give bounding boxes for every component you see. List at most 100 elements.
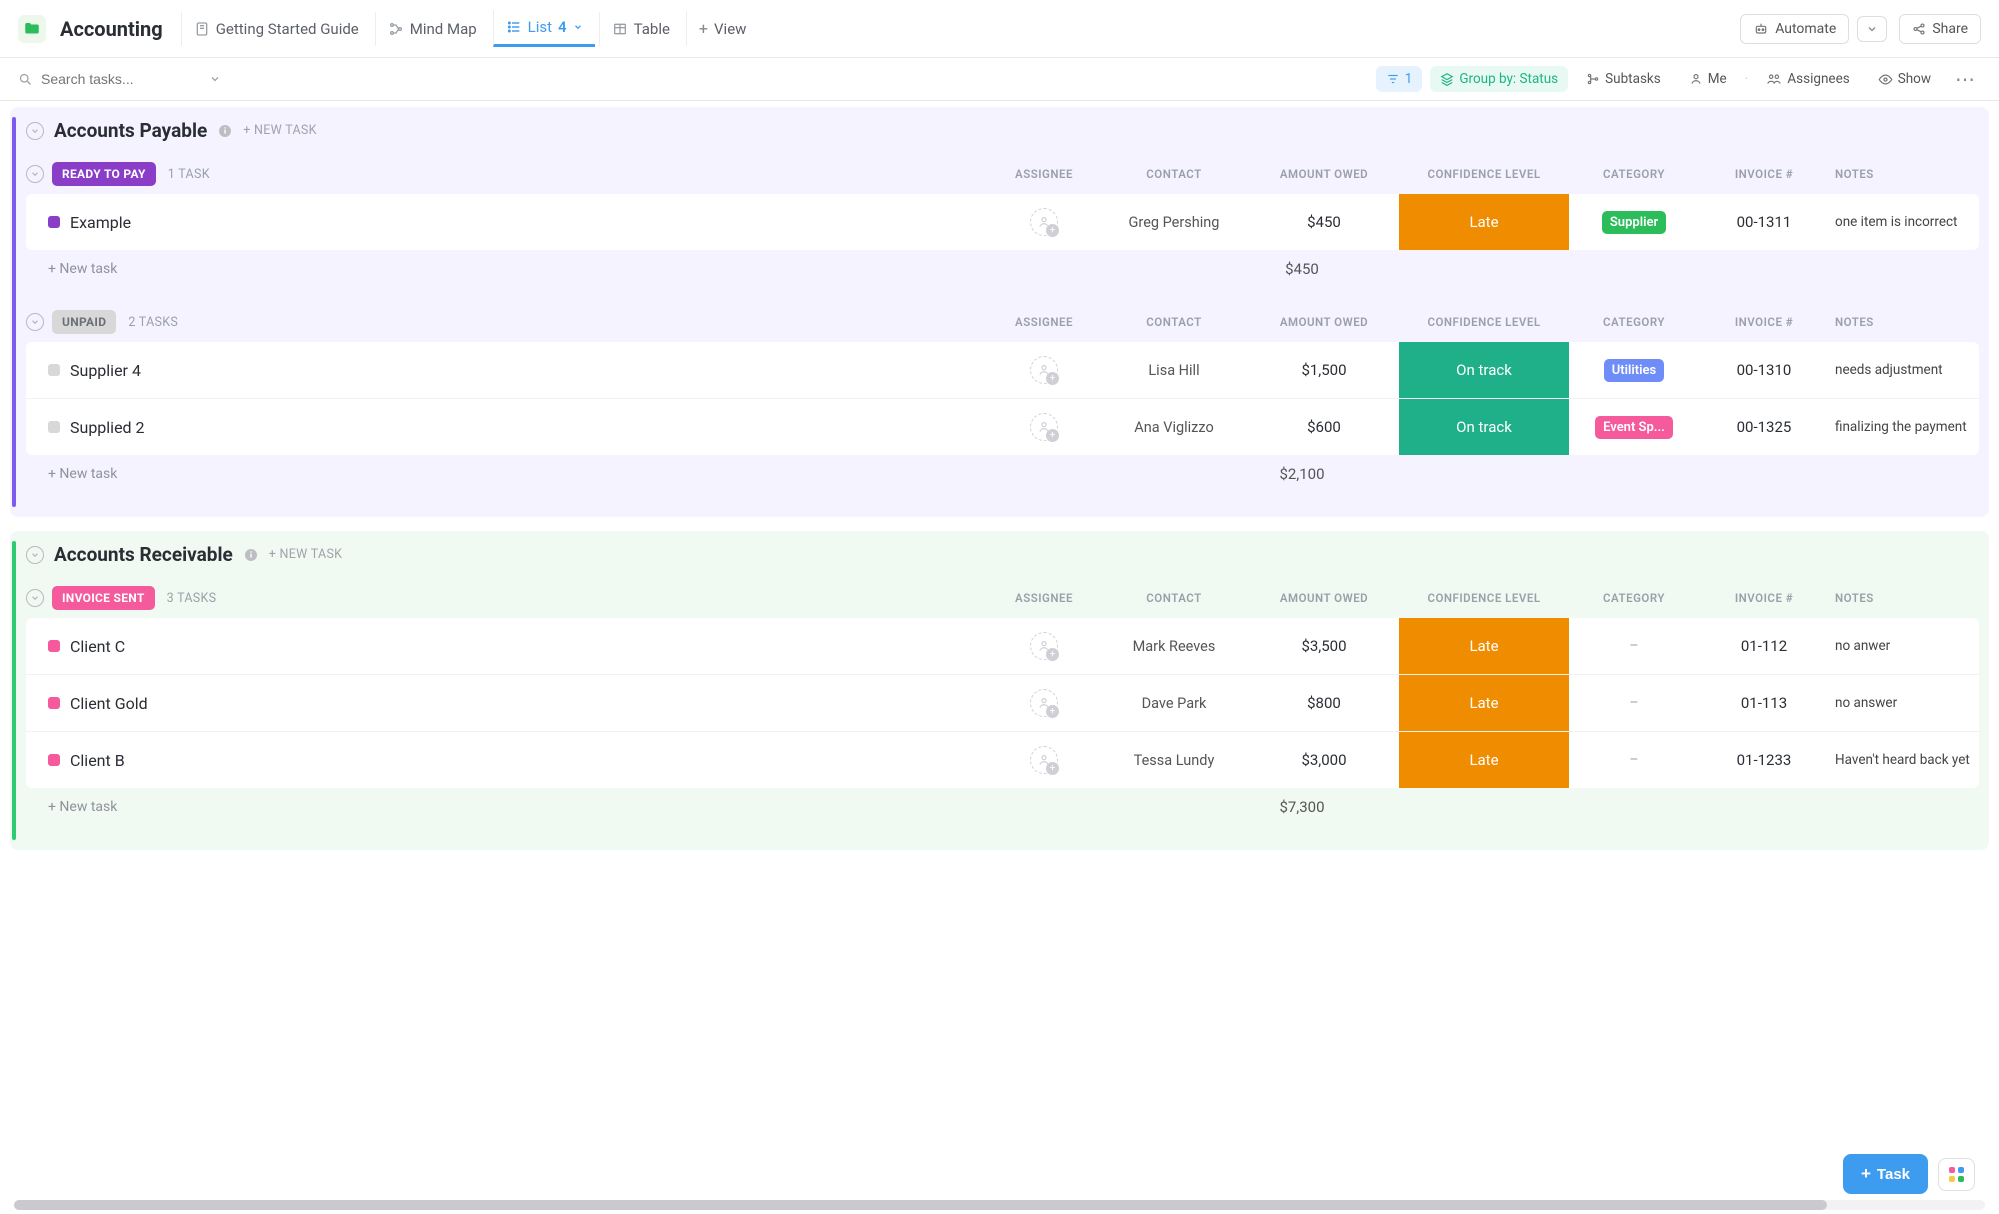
- task-status-square[interactable]: [48, 640, 60, 652]
- contact-cell[interactable]: Mark Reeves: [1099, 618, 1249, 674]
- confidence-cell[interactable]: Late: [1399, 194, 1569, 250]
- invoice-cell[interactable]: 00-1325: [1699, 399, 1829, 455]
- category-tag[interactable]: Utilities: [1604, 359, 1664, 382]
- info-icon[interactable]: [217, 123, 233, 139]
- task-row[interactable]: Supplier 4 + Lisa Hill $1,500 On track U…: [26, 342, 1979, 399]
- category-cell[interactable]: Supplier: [1569, 194, 1699, 250]
- view-tab-table[interactable]: Table: [599, 12, 682, 46]
- notes-cell[interactable]: finalizing the payment: [1829, 399, 1979, 455]
- category-tag[interactable]: Event Sp...: [1595, 416, 1673, 439]
- assignee-placeholder[interactable]: +: [1030, 746, 1058, 774]
- task-row[interactable]: Client C + Mark Reeves $3,500 Late – 01-…: [26, 618, 1979, 675]
- task-row[interactable]: Supplied 2 + Ana Viglizzo $600 On track …: [26, 399, 1979, 455]
- category-cell[interactable]: Utilities: [1569, 342, 1699, 398]
- assignee-placeholder[interactable]: +: [1030, 413, 1058, 441]
- amount-cell[interactable]: $800: [1249, 675, 1399, 731]
- show-pill[interactable]: Show: [1868, 66, 1941, 92]
- task-row[interactable]: Client B + Tessa Lundy $3,000 Late – 01-…: [26, 732, 1979, 788]
- invoice-cell[interactable]: 01-112: [1699, 618, 1829, 674]
- invoice-cell[interactable]: 00-1310: [1699, 342, 1829, 398]
- confidence-cell[interactable]: Late: [1399, 675, 1569, 731]
- amount-cell[interactable]: $450: [1249, 194, 1399, 250]
- notes-cell[interactable]: no anwer: [1829, 618, 1979, 674]
- filter-count-pill[interactable]: 1: [1376, 66, 1423, 92]
- new-task-fab[interactable]: + Task: [1843, 1154, 1928, 1194]
- task-name[interactable]: Client B: [70, 751, 125, 770]
- category-cell[interactable]: Event Sp...: [1569, 399, 1699, 455]
- invoice-cell[interactable]: 01-1233: [1699, 732, 1829, 788]
- confidence-cell[interactable]: On track: [1399, 342, 1569, 398]
- invoice-cell[interactable]: 00-1311: [1699, 194, 1829, 250]
- contact-cell[interactable]: Dave Park: [1099, 675, 1249, 731]
- group-by-pill[interactable]: Group by: Status: [1430, 66, 1568, 92]
- group-new-task[interactable]: + New task: [48, 261, 117, 277]
- notes-cell[interactable]: needs adjustment: [1829, 342, 1979, 398]
- task-row[interactable]: Example + Greg Pershing $450 Late Suppli…: [26, 194, 1979, 250]
- assignees-pill[interactable]: Assignees: [1756, 66, 1859, 92]
- task-status-square[interactable]: [48, 697, 60, 709]
- task-name[interactable]: Client C: [70, 637, 125, 656]
- contact-cell[interactable]: Tessa Lundy: [1099, 732, 1249, 788]
- assignee-placeholder[interactable]: +: [1030, 689, 1058, 717]
- apps-button[interactable]: [1938, 1158, 1975, 1191]
- section-new-task[interactable]: + NEW TASK: [269, 547, 343, 562]
- task-name[interactable]: Example: [70, 213, 131, 232]
- task-status-square[interactable]: [48, 216, 60, 228]
- automate-dropdown[interactable]: [1857, 16, 1887, 42]
- category-cell[interactable]: –: [1569, 732, 1699, 788]
- amount-cell[interactable]: $3,000: [1249, 732, 1399, 788]
- collapse-section[interactable]: [26, 546, 44, 564]
- task-status-square[interactable]: [48, 754, 60, 766]
- notes-cell[interactable]: no answer: [1829, 675, 1979, 731]
- section-new-task[interactable]: + NEW TASK: [243, 123, 317, 138]
- collapse-group[interactable]: [26, 313, 44, 331]
- category-cell[interactable]: –: [1569, 675, 1699, 731]
- notes-cell[interactable]: one item is incorrect: [1829, 194, 1979, 250]
- info-icon[interactable]: [243, 547, 259, 563]
- more-options[interactable]: ⋯: [1949, 67, 1981, 91]
- amount-cell[interactable]: $1,500: [1249, 342, 1399, 398]
- notes-cell[interactable]: Haven't heard back yet: [1829, 732, 1979, 788]
- assignee-placeholder[interactable]: +: [1030, 632, 1058, 660]
- group-new-task[interactable]: + New task: [48, 466, 117, 482]
- group-new-task[interactable]: + New task: [48, 799, 117, 815]
- task-name[interactable]: Client Gold: [70, 694, 148, 713]
- subtasks-pill[interactable]: Subtasks: [1576, 66, 1671, 92]
- search-box[interactable]: [18, 71, 278, 87]
- amount-cell[interactable]: $3,500: [1249, 618, 1399, 674]
- scrollbar-thumb[interactable]: [14, 1200, 1827, 1210]
- collapse-section[interactable]: [26, 122, 44, 140]
- confidence-cell[interactable]: On track: [1399, 399, 1569, 455]
- amount-cell[interactable]: $600: [1249, 399, 1399, 455]
- search-input[interactable]: [41, 71, 201, 87]
- task-status-square[interactable]: [48, 364, 60, 376]
- collapse-group[interactable]: [26, 589, 44, 607]
- status-pill[interactable]: UNPAID: [52, 310, 116, 334]
- add-view-button[interactable]: + View: [686, 11, 759, 46]
- contact-cell[interactable]: Lisa Hill: [1099, 342, 1249, 398]
- task-row[interactable]: Client Gold + Dave Park $800 Late – 01-1…: [26, 675, 1979, 732]
- view-tab-list[interactable]: List 4: [493, 10, 595, 47]
- confidence-cell[interactable]: Late: [1399, 732, 1569, 788]
- me-pill[interactable]: Me: [1679, 66, 1737, 92]
- contact-cell[interactable]: Greg Pershing: [1099, 194, 1249, 250]
- category-tag[interactable]: Supplier: [1602, 211, 1666, 234]
- category-cell[interactable]: –: [1569, 618, 1699, 674]
- horizontal-scrollbar[interactable]: [14, 1200, 1985, 1210]
- automate-button[interactable]: Automate: [1740, 14, 1849, 44]
- view-tab-mindmap[interactable]: Mind Map: [375, 12, 489, 46]
- collapse-group[interactable]: [26, 165, 44, 183]
- chevron-down-icon[interactable]: [209, 73, 221, 85]
- task-status-square[interactable]: [48, 421, 60, 433]
- status-pill[interactable]: INVOICE SENT: [52, 586, 155, 610]
- confidence-cell[interactable]: Late: [1399, 618, 1569, 674]
- invoice-cell[interactable]: 01-113: [1699, 675, 1829, 731]
- task-name[interactable]: Supplier 4: [70, 361, 141, 380]
- status-pill[interactable]: READY TO PAY: [52, 162, 156, 186]
- assignee-placeholder[interactable]: +: [1030, 356, 1058, 384]
- view-tab-getting-started[interactable]: Getting Started Guide: [181, 12, 371, 46]
- share-button[interactable]: Share: [1899, 14, 1981, 44]
- contact-cell[interactable]: Ana Viglizzo: [1099, 399, 1249, 455]
- task-name[interactable]: Supplied 2: [70, 418, 145, 437]
- assignee-placeholder[interactable]: +: [1030, 208, 1058, 236]
